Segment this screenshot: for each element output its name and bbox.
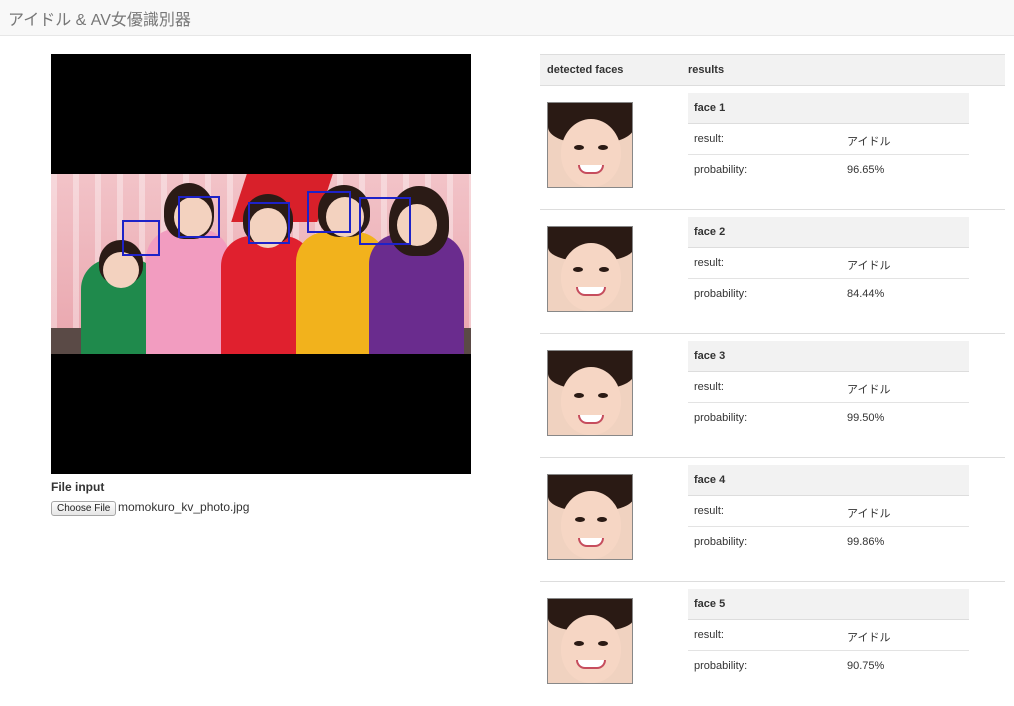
probability-label: probability: — [694, 164, 748, 176]
choose-file-button[interactable]: Choose File — [51, 501, 117, 516]
probability-label: probability: — [694, 412, 748, 424]
column-header-results: results — [688, 64, 725, 76]
result-value: アイドル — [847, 260, 891, 272]
probability-label: probability: — [694, 288, 748, 300]
navbar: アイドル & AV女優識別器 — [0, 0, 1014, 36]
face-thumbnail — [547, 598, 633, 684]
face-result-panel: face 4 result: アイドル probability: 99.86% — [688, 465, 969, 558]
result-label: result: — [694, 629, 724, 641]
face-result-panel: face 3 result: アイドル probability: 99.50% — [688, 341, 969, 434]
probability-value: 84.44% — [847, 288, 885, 300]
face-thumbnail — [547, 102, 633, 188]
face-title: face 3 — [688, 341, 969, 372]
probability-value: 90.75% — [847, 660, 885, 672]
result-value: アイドル — [847, 632, 891, 644]
face-result-panel: face 2 result: アイドル probability: 84.44% — [688, 217, 969, 310]
results-table: detected faces results face 1 result: アイド… — [540, 54, 1005, 706]
face-detection-box-3 — [248, 202, 290, 244]
face-result-panel: face 5 result: アイドル probability: 90.75% — [688, 589, 969, 682]
table-row: face 1 result: アイドル probability: 96.65% — [540, 86, 1005, 210]
table-row: face 3 result: アイドル probability: 99.50% — [540, 334, 1005, 458]
face-title: face 5 — [688, 589, 969, 620]
face-thumbnail — [547, 474, 633, 560]
result-value: アイドル — [847, 136, 891, 148]
app-title[interactable]: アイドル & AV女優識別器 — [8, 6, 191, 30]
results-table-header: detected faces results — [540, 54, 1005, 86]
face-detection-box-2 — [178, 196, 220, 238]
selected-file-name: momokuro_kv_photo.jpg — [118, 500, 250, 514]
result-label: result: — [694, 381, 724, 393]
face-detection-box-5 — [359, 197, 411, 245]
probability-value: 99.86% — [847, 536, 885, 548]
probability-label: probability: — [694, 536, 748, 548]
result-label: result: — [694, 133, 724, 145]
file-input-label: File input — [51, 480, 105, 494]
image-canvas — [51, 54, 471, 474]
face-detection-box-4 — [307, 191, 351, 233]
probability-value: 99.50% — [847, 412, 885, 424]
result-value: アイドル — [847, 508, 891, 520]
table-row: face 4 result: アイドル probability: 99.86% — [540, 458, 1005, 582]
result-value: アイドル — [847, 384, 891, 396]
face-detection-box-1 — [122, 220, 160, 256]
face-result-panel: face 1 result: アイドル probability: 96.65% — [688, 93, 969, 186]
table-row: face 5 result: アイドル probability: 90.75% — [540, 582, 1005, 706]
probability-label: probability: — [694, 660, 748, 672]
face-title: face 2 — [688, 217, 969, 248]
face-thumbnail — [547, 350, 633, 436]
result-label: result: — [694, 505, 724, 517]
face-title: face 1 — [688, 93, 969, 124]
table-row: face 2 result: アイドル probability: 84.44% — [540, 210, 1005, 334]
probability-value: 96.65% — [847, 164, 885, 176]
face-thumbnail — [547, 226, 633, 312]
face-title: face 4 — [688, 465, 969, 496]
result-label: result: — [694, 257, 724, 269]
uploaded-photo — [51, 174, 471, 354]
column-header-detected-faces: detected faces — [547, 64, 624, 76]
